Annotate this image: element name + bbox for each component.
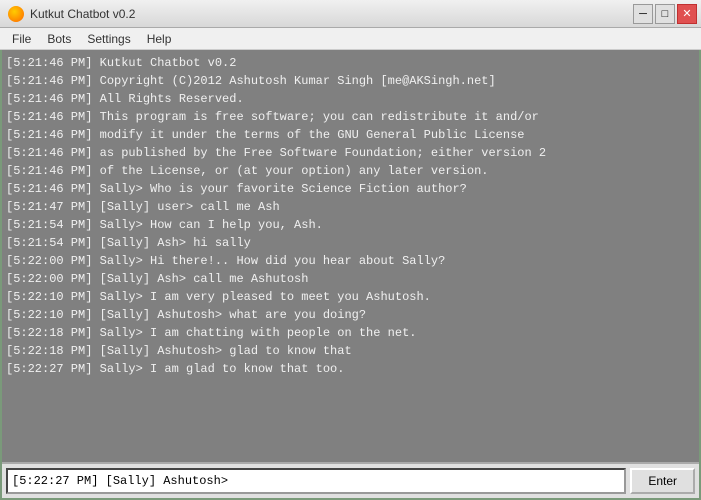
chat-area[interactable]: [5:21:46 PM] Kutkut Chatbot v0.2[5:21:46…: [2, 50, 699, 462]
chat-line: [5:21:46 PM] of the License, or (at your…: [6, 162, 695, 180]
chat-line: [5:22:18 PM] [Sally] Ashutosh> glad to k…: [6, 342, 695, 360]
title-bar: Kutkut Chatbot v0.2 ─ □ ✕: [0, 0, 701, 28]
chat-line: [5:21:46 PM] Copyright (C)2012 Ashutosh …: [6, 72, 695, 90]
chat-line: [5:21:46 PM] modify it under the terms o…: [6, 126, 695, 144]
chat-line: [5:21:47 PM] [Sally] user> call me Ash: [6, 198, 695, 216]
chat-line: [5:21:54 PM] Sally> How can I help you, …: [6, 216, 695, 234]
chat-line: [5:22:18 PM] Sally> I am chatting with p…: [6, 324, 695, 342]
chat-line: [5:21:54 PM] [Sally] Ash> hi sally: [6, 234, 695, 252]
menu-bar: File Bots Settings Help: [0, 28, 701, 50]
title-bar-left: Kutkut Chatbot v0.2: [8, 6, 135, 22]
chat-line: [5:22:27 PM] Sally> I am glad to know th…: [6, 360, 695, 378]
chat-line: [5:21:46 PM] Kutkut Chatbot v0.2: [6, 54, 695, 72]
menu-help[interactable]: Help: [139, 30, 180, 48]
menu-settings[interactable]: Settings: [79, 30, 138, 48]
chat-line: [5:21:46 PM] as published by the Free So…: [6, 144, 695, 162]
chat-line: [5:22:10 PM] Sally> I am very pleased to…: [6, 288, 695, 306]
maximize-button[interactable]: □: [655, 4, 675, 24]
chat-line: [5:21:46 PM] This program is free softwa…: [6, 108, 695, 126]
chat-input[interactable]: [6, 468, 626, 494]
input-bar: Enter: [2, 462, 699, 498]
menu-file[interactable]: File: [4, 30, 39, 48]
close-button[interactable]: ✕: [677, 4, 697, 24]
chat-line: [5:21:46 PM] Sally> Who is your favorite…: [6, 180, 695, 198]
window-title: Kutkut Chatbot v0.2: [30, 7, 135, 21]
chat-line: [5:22:00 PM] [Sally] Ash> call me Ashuto…: [6, 270, 695, 288]
menu-bots[interactable]: Bots: [39, 30, 79, 48]
app-icon: [8, 6, 24, 22]
chat-line: [5:22:10 PM] [Sally] Ashutosh> what are …: [6, 306, 695, 324]
title-bar-controls: ─ □ ✕: [633, 4, 697, 24]
main-window: [5:21:46 PM] Kutkut Chatbot v0.2[5:21:46…: [0, 50, 701, 500]
chat-line: [5:22:00 PM] Sally> Hi there!.. How did …: [6, 252, 695, 270]
enter-button[interactable]: Enter: [630, 468, 695, 494]
minimize-button[interactable]: ─: [633, 4, 653, 24]
chat-line: [5:21:46 PM] All Rights Reserved.: [6, 90, 695, 108]
